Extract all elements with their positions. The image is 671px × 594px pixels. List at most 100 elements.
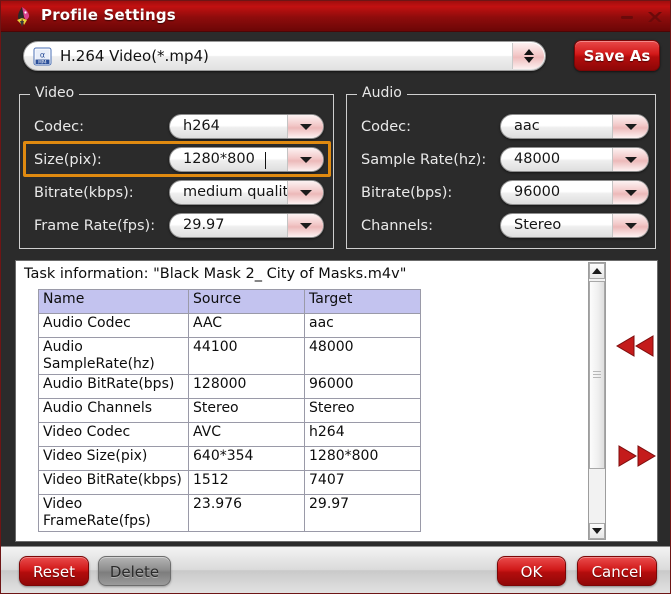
audio-settings-group: Audio Codec: Sample Rate(hz): Bitrate(bp… [346,85,656,249]
video-codec-label: Codec: [34,119,84,135]
audio-bitrate-label: Bitrate(bps): [361,185,453,201]
profile-spinner-updown[interactable] [512,43,544,69]
audio-samplerate-label: Sample Rate(hz): [361,152,487,168]
audio-samplerate-value: 48000 [514,151,561,167]
row-name: Audio SampleRate(hz) [38,336,189,376]
video-bitrate-value: medium quality [183,184,297,200]
table-row: Video BitRate(kbps) 1512 7407 [38,470,421,496]
audio-channels-combobox[interactable]: Stereo [500,213,649,238]
chevron-down-icon [612,148,648,171]
chevron-down-icon [287,214,323,237]
audio-codec-label: Codec: [361,119,411,135]
chevron-down-icon [287,148,323,171]
ok-button[interactable]: OK [497,556,566,586]
audio-samplerate-combobox[interactable]: 48000 [500,147,649,172]
row-source: 640*354 [188,446,305,472]
mp4-file-icon: α MP4 [33,47,52,66]
video-size-label: Size(pix): [34,152,102,168]
task-information-title: Task information: "Black Mask 2_ City of… [24,266,407,282]
chevron-down-icon [612,214,648,237]
row-source: 128000 [188,374,305,400]
row-name: Video BitRate(kbps) [38,470,189,496]
row-source: 44100 [188,336,305,376]
row-name: Video Codec [38,422,189,448]
row-target: 96000 [304,374,421,400]
row-target: 7407 [304,470,421,496]
table-row: Audio SampleRate(hz) 44100 48000 [38,336,421,376]
audio-codec-combobox[interactable]: aac [500,114,649,139]
text-cursor [265,152,266,169]
table-row: Video Size(pix) 640*354 1280*800 [38,446,421,472]
video-codec-combobox[interactable]: h264 [169,114,324,139]
profile-format-value: H.264 Video(*.mp4) [60,47,209,65]
scrollbar-thumb-grip [593,371,601,379]
table-row: Audio Channels Stereo Stereo [38,398,421,424]
chevron-down-icon [287,115,323,138]
window-title: Profile Settings [41,6,176,24]
save-as-button[interactable]: Save As [574,40,660,71]
column-header-target: Target [304,289,421,314]
video-framerate-combobox[interactable]: 29.97 [169,213,324,238]
row-target: aac [304,313,421,338]
row-target: Stereo [304,398,421,424]
row-target: 48000 [304,336,421,376]
table-row: Video FrameRate(fps) 23.976 29.97 [38,494,421,533]
app-bird-icon [9,4,35,30]
svg-text:α: α [40,51,45,60]
profile-selector-row: α MP4 H.264 Video(*.mp4) Save As [1,32,670,81]
chevron-down-icon [612,115,648,138]
row-source: AVC [188,422,305,448]
row-target: 1280*800 [304,446,421,472]
video-framerate-label: Frame Rate(fps): [34,218,156,234]
audio-channels-label: Channels: [361,218,433,234]
title-bar: Profile Settings [1,1,670,32]
row-name: Audio Codec [38,313,189,338]
table-row: Audio Codec AAC aac [38,313,421,338]
row-source: 1512 [188,470,305,496]
video-bitrate-combobox[interactable]: medium quality [169,180,324,205]
table-row: Audio BitRate(bps) 128000 96000 [38,374,421,400]
table-header-row: Name Source Target [38,289,421,314]
scroll-down-arrow-icon[interactable] [589,523,605,539]
row-name: Audio BitRate(bps) [38,374,189,400]
reset-button[interactable]: Reset [19,556,89,586]
video-size-value: 1280*800 [183,151,255,167]
table-row: Video Codec AVC h264 [38,422,421,448]
audio-bitrate-value: 96000 [514,184,561,200]
dialog-footer: Reset Delete OK Cancel [1,546,670,593]
chevron-down-icon [287,181,323,204]
scroll-up-arrow-icon[interactable] [589,263,605,279]
row-target: h264 [304,422,421,448]
video-framerate-value: 29.97 [183,217,225,233]
profile-format-combobox[interactable]: α MP4 H.264 Video(*.mp4) [23,41,546,71]
delete-button[interactable]: Delete [98,556,171,586]
column-header-source: Source [188,289,305,314]
column-header-name: Name [38,289,189,314]
row-source: Stereo [188,398,305,424]
row-source: AAC [188,313,305,338]
video-group-legend: Video [30,85,80,101]
profile-settings-dialog: Profile Settings α MP4 H.264 Video(*.mp4… [0,0,671,594]
double-left-arrow-icon[interactable] [613,335,659,357]
close-icon[interactable] [646,9,664,25]
audio-bitrate-combobox[interactable]: 96000 [500,180,649,205]
video-size-combobox[interactable]: 1280*800 [169,147,324,172]
video-bitrate-label: Bitrate(kbps): [34,185,134,201]
video-codec-value: h264 [183,118,220,134]
row-name: Audio Channels [38,398,189,424]
video-settings-group: Video Codec: Size(pix): Bitrate(kbps): F… [19,85,334,249]
audio-channels-value: Stereo [514,217,562,233]
row-name: Video FrameRate(fps) [38,494,189,533]
scrollbar-thumb[interactable] [589,281,605,469]
double-right-arrow-icon[interactable] [613,445,659,467]
cancel-button[interactable]: Cancel [577,556,657,586]
task-panel-scrollbar[interactable] [588,262,606,540]
minimize-icon[interactable] [618,9,636,25]
task-information-table: Name Source Target Audio Codec AAC aac A… [38,289,421,533]
chevron-down-icon [612,181,648,204]
row-source: 23.976 [188,494,305,533]
task-information-panel: Task information: "Black Mask 2_ City of… [15,260,658,542]
audio-codec-value: aac [514,118,540,134]
svg-text:MP4: MP4 [38,59,47,64]
audio-group-legend: Audio [357,85,407,101]
